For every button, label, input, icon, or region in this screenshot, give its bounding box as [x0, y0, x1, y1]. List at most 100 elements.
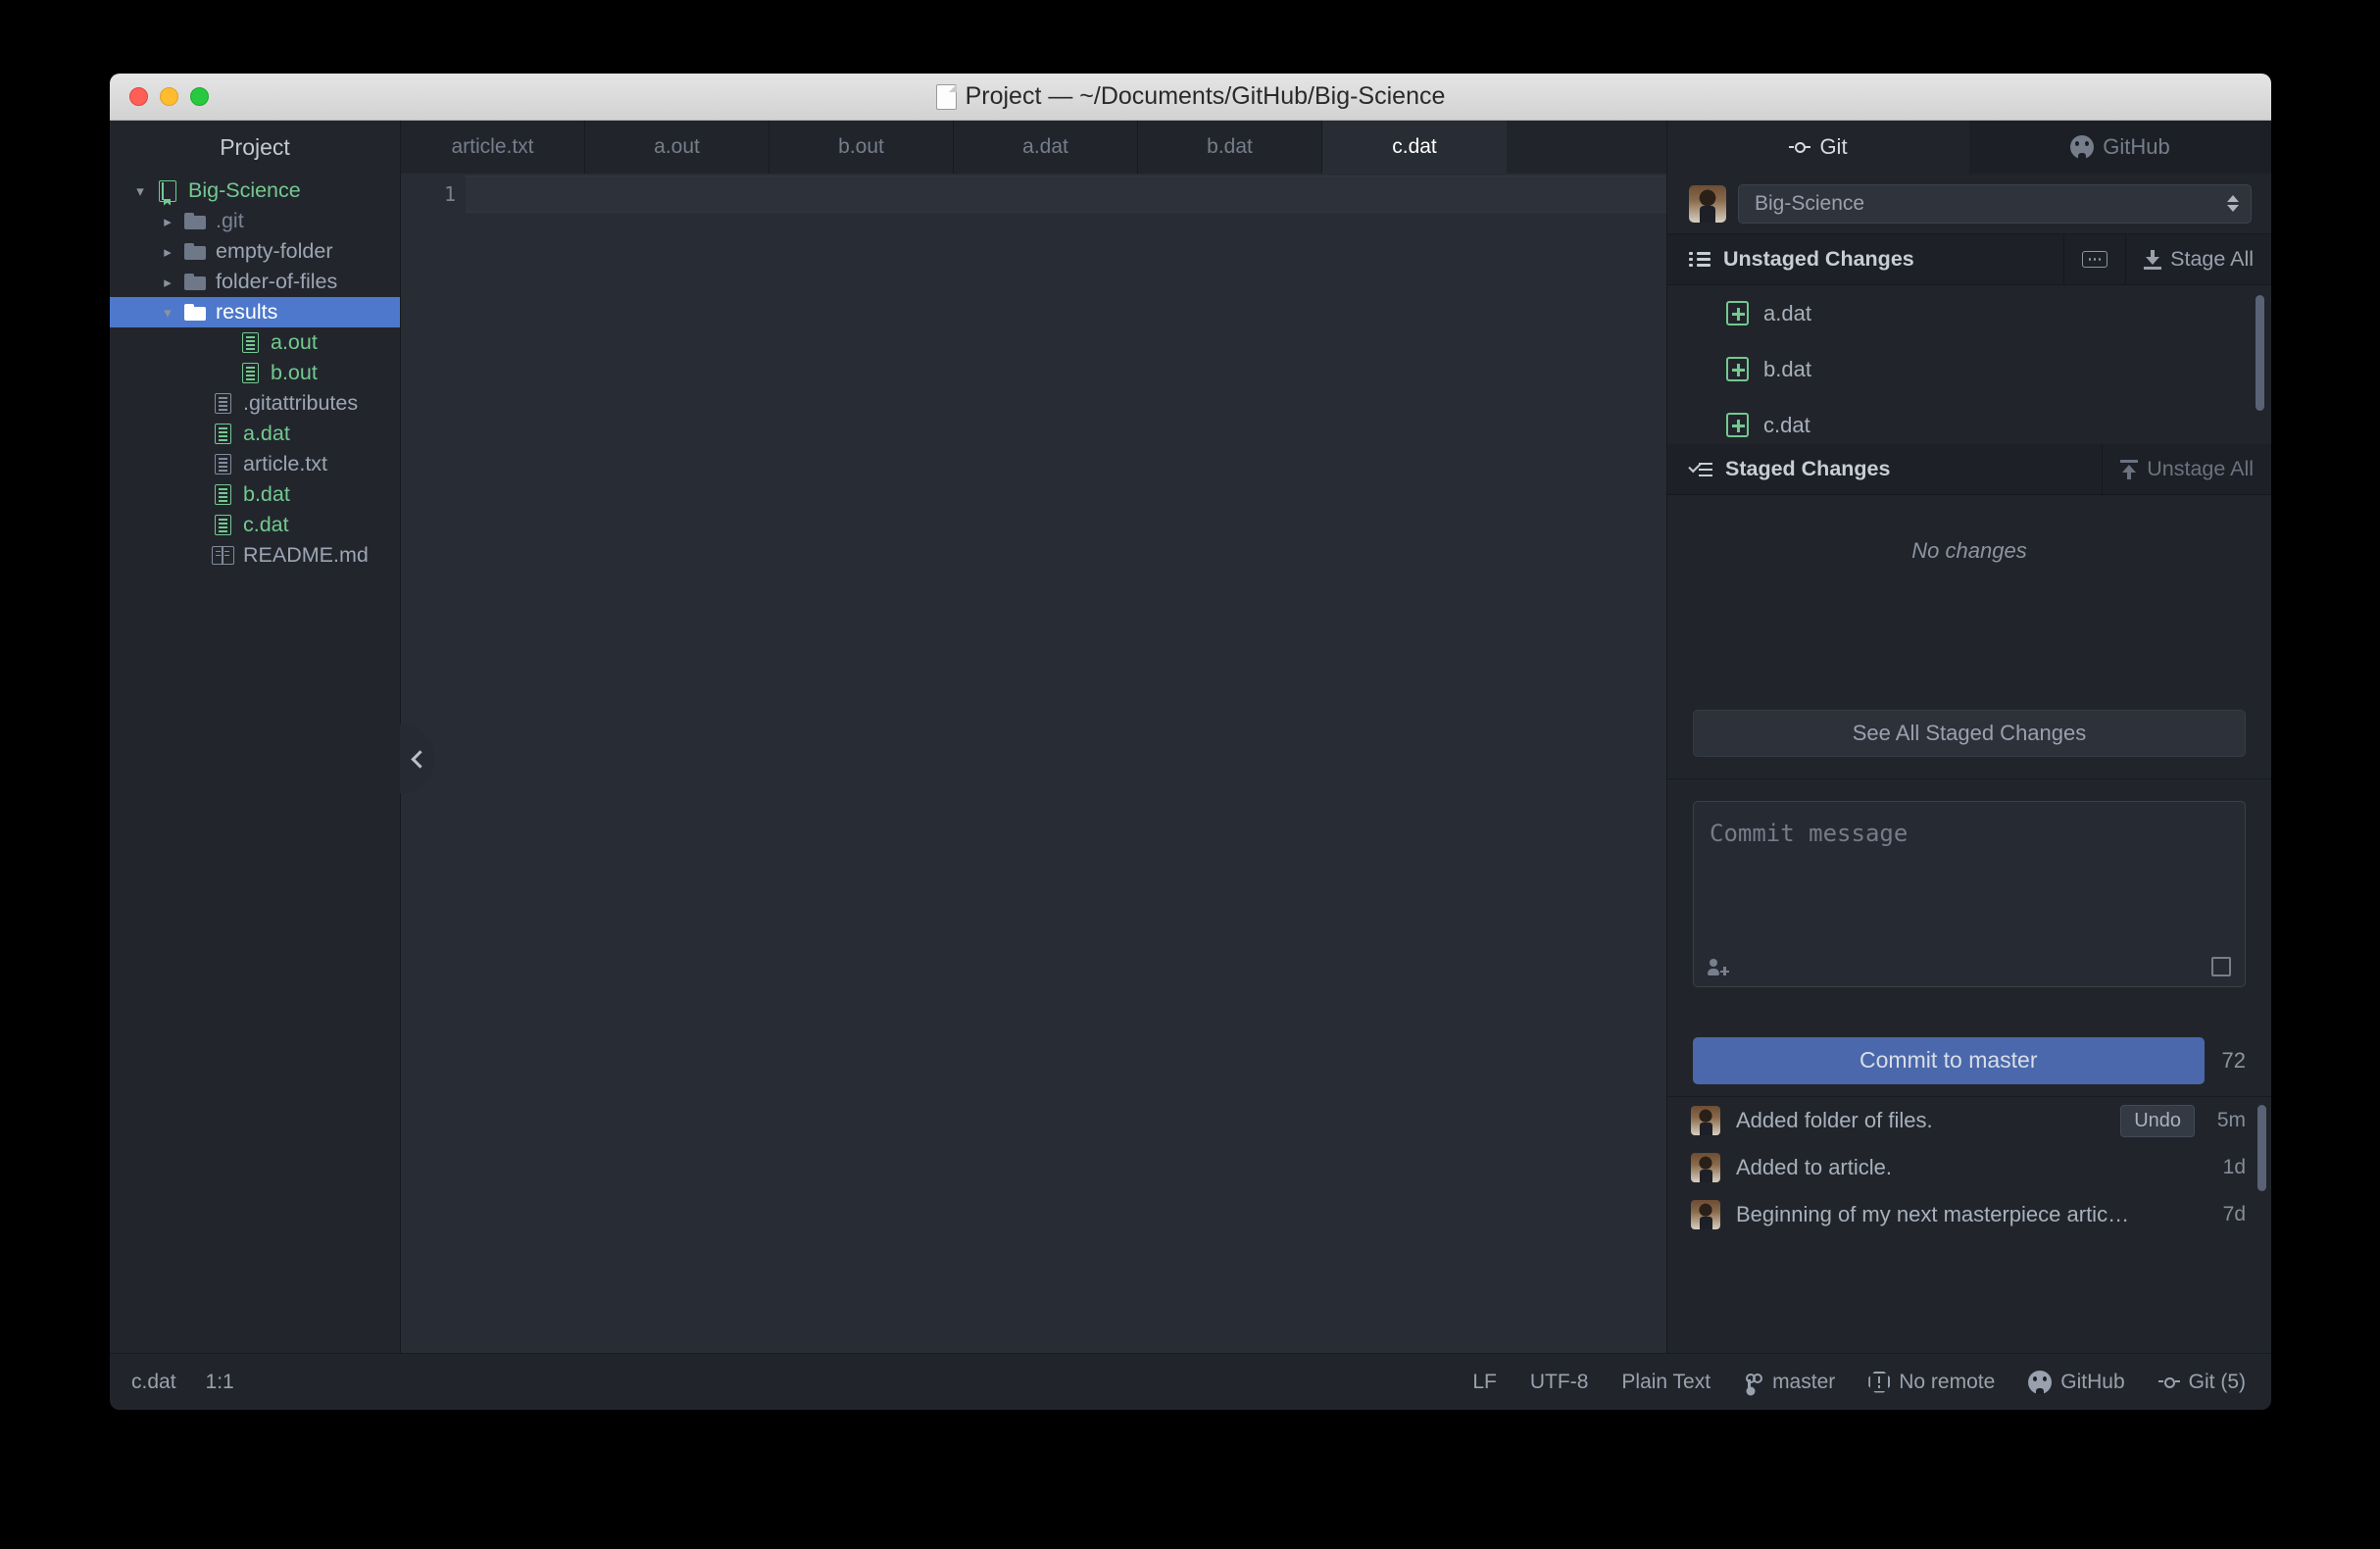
unstaged-menu-button[interactable] — [2063, 233, 2125, 285]
folder-icon — [184, 304, 206, 321]
active-line-highlight — [466, 175, 1666, 213]
tree-item-label: b.out — [271, 361, 318, 384]
avatar — [1691, 1153, 1720, 1182]
status-file-name[interactable]: c.dat — [131, 1371, 176, 1394]
commit-to-master-button[interactable]: Commit to master — [1693, 1036, 2205, 1084]
tree-item-empty-folder[interactable]: ▸ empty-folder — [110, 236, 400, 267]
tree-item-git[interactable]: ▸ .git — [110, 206, 400, 236]
status-plain-text[interactable]: Plain Text — [1621, 1371, 1711, 1394]
see-all-staged-changes-button[interactable]: See All Staged Changes — [1693, 710, 2246, 757]
tree-item-c-dat[interactable]: c.dat — [110, 510, 400, 540]
tab-git[interactable]: Git — [1667, 121, 1969, 174]
status-git-5[interactable]: Git (5) — [2158, 1371, 2246, 1394]
tab-b-out[interactable]: b.out — [769, 121, 954, 174]
tree-item-icon — [235, 363, 265, 383]
history-scrollbar[interactable] — [2257, 1105, 2266, 1191]
history-item[interactable]: Added folder of files. Undo 5m — [1667, 1097, 2271, 1144]
unstage-all-button[interactable]: Unstage All — [2102, 443, 2271, 495]
git-commit-icon — [2158, 1372, 2180, 1393]
unstaged-item[interactable]: a.dat — [1667, 285, 2271, 341]
history-time: 1d — [2222, 1156, 2246, 1178]
status-lf[interactable]: LF — [1472, 1371, 1497, 1394]
tree-item-article-txt[interactable]: article.txt — [110, 449, 400, 479]
ellipsis-icon — [2082, 251, 2108, 268]
folder-icon — [184, 243, 206, 260]
tree-item-results[interactable]: ▾ results — [110, 297, 400, 327]
tab-github[interactable]: GitHub — [1969, 121, 2271, 174]
status-cursor-position[interactable]: 1:1 — [206, 1371, 234, 1394]
tab-a-dat[interactable]: a.dat — [954, 121, 1138, 174]
minimize-button[interactable] — [160, 87, 178, 106]
tree-item-folder-of-files[interactable]: ▸ folder-of-files — [110, 267, 400, 297]
chevron-right-icon[interactable]: ▸ — [155, 243, 180, 261]
zoom-button[interactable] — [190, 87, 209, 106]
history-item[interactable]: Added to article. 1d — [1667, 1144, 2271, 1191]
readme-icon — [211, 546, 234, 565]
tree-item-label: .gitattributes — [243, 391, 359, 415]
chevron-down-icon[interactable]: ▾ — [127, 182, 153, 200]
status-item-label: LF — [1472, 1370, 1497, 1393]
stepper-arrows-icon — [2227, 195, 2239, 212]
added-status-icon — [1726, 413, 1749, 437]
tree-item-icon — [180, 274, 210, 290]
tree-item-label: results — [216, 300, 278, 324]
add-user-icon[interactable] — [1708, 959, 1729, 977]
upload-icon — [2120, 459, 2139, 479]
status-bar: c.dat 1:1 LF UTF-8 Plain Text master No remo… — [110, 1353, 2271, 1410]
chevron-right-icon[interactable]: ▸ — [155, 213, 180, 230]
chevron-right-icon[interactable]: ▸ — [155, 274, 180, 291]
commit-history-list[interactable]: Added folder of files. Undo 5m Added to art… — [1667, 1097, 2271, 1353]
unstaged-item-label: b.dat — [1763, 356, 1811, 381]
repository-name: Big-Science — [1755, 191, 1865, 215]
tree-item-icon — [180, 213, 210, 229]
history-message: Added to article. — [1736, 1155, 1892, 1179]
traffic-lights — [110, 87, 209, 106]
unstaged-changes-header: Unstaged Changes Stage All — [1667, 233, 2271, 285]
tab-c-dat[interactable]: c.dat — [1322, 121, 1507, 174]
project-tree-pane: Project ▾ Big-Science ▸ .git ▸ empty-folder ▸ f… — [110, 121, 401, 1353]
tree-item-big-science[interactable]: ▾ Big-Science — [110, 175, 400, 206]
tree-item-b-out[interactable]: b.out — [110, 358, 400, 388]
tree-item-readme-md[interactable]: README.md — [110, 540, 400, 571]
window-titlebar: Project — ~/Documents/GitHub/Big-Science — [110, 74, 2271, 121]
stage-all-label: Stage All — [2170, 247, 2254, 271]
status-no-remote[interactable]: No remote — [1868, 1371, 1995, 1394]
unstaged-changes-list[interactable]: a.dat b.dat c.dat — [1667, 285, 2271, 444]
book-icon — [159, 179, 176, 202]
tree-item-label: a.out — [271, 330, 318, 354]
unstaged-item[interactable]: c.dat — [1667, 397, 2271, 444]
status-github[interactable]: GitHub — [2028, 1370, 2125, 1394]
unstaged-changes-title: Unstaged Changes — [1723, 247, 1914, 271]
commit-message-placeholder: Commit message — [1710, 820, 1909, 847]
project-tree-list[interactable]: ▾ Big-Science ▸ .git ▸ empty-folder ▸ folder-of… — [110, 174, 400, 1353]
tab-a-out[interactable]: a.out — [585, 121, 769, 174]
tree-item-b-dat[interactable]: b.dat — [110, 479, 400, 510]
expand-icon[interactable] — [2211, 957, 2231, 976]
chevron-down-icon[interactable]: ▾ — [155, 304, 180, 322]
unstaged-item[interactable]: b.dat — [1667, 341, 2271, 397]
tree-item-a-out[interactable]: a.out — [110, 327, 400, 358]
file-icon — [241, 363, 259, 383]
status-utf-8[interactable]: UTF-8 — [1530, 1371, 1589, 1394]
status-master[interactable]: master — [1744, 1371, 1835, 1394]
folder-icon — [184, 274, 206, 290]
tab-article-txt[interactable]: article.txt — [401, 121, 585, 174]
close-button[interactable] — [129, 87, 148, 106]
file-icon — [214, 484, 231, 505]
editor-text-area[interactable]: 1 — [401, 174, 1666, 1353]
tree-item-gitattributes[interactable]: .gitattributes — [110, 388, 400, 419]
stage-all-button[interactable]: Stage All — [2125, 233, 2271, 285]
tree-item-icon — [180, 304, 210, 321]
document-icon — [935, 83, 957, 110]
repository-select[interactable]: Big-Science — [1738, 183, 2252, 224]
folder-icon — [184, 213, 206, 229]
tree-item-a-dat[interactable]: a.dat — [110, 419, 400, 449]
unstaged-scrollbar[interactable] — [2256, 295, 2264, 411]
history-time: 7d — [2222, 1203, 2246, 1225]
commit-message-input[interactable]: Commit message — [1693, 801, 2246, 987]
tree-item-icon — [208, 454, 237, 475]
undo-button[interactable]: Undo — [2120, 1104, 2195, 1137]
history-item[interactable]: Beginning of my next masterpiece artic… 7… — [1667, 1191, 2271, 1238]
tab-b-dat[interactable]: b.dat — [1138, 121, 1322, 174]
avatar — [1691, 1106, 1720, 1135]
